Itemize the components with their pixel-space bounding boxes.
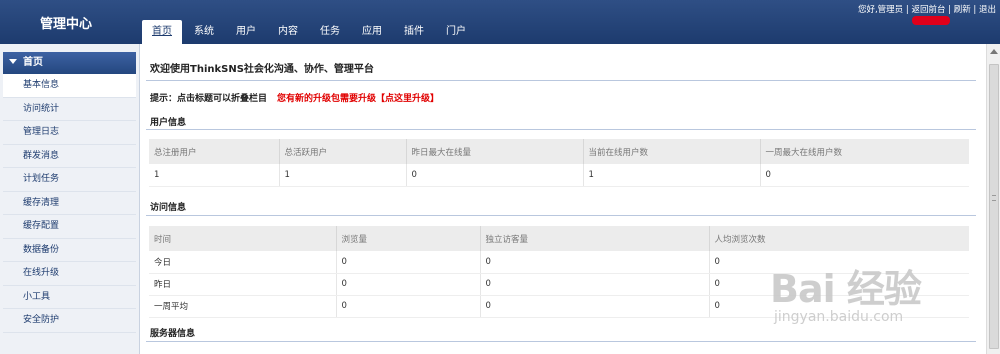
table-row: 1 1 0 1 0 [149, 164, 969, 187]
nav-system[interactable]: 系统 [184, 20, 224, 44]
column-header: 一周最大在线用户数 [760, 139, 969, 164]
table-cell: 1 [149, 164, 280, 187]
column-header: 当前在线用户数 [583, 139, 761, 164]
nav-portal[interactable]: 门户 [436, 20, 476, 44]
nav-users[interactable]: 用户 [226, 20, 266, 44]
column-header: 独立访客量 [480, 226, 710, 251]
watermark-logo: Bai 经验 [770, 267, 922, 311]
scroll-up-arrow-icon[interactable] [990, 49, 998, 54]
column-header: 昨日最大在线量 [406, 139, 584, 164]
watermark-url: jingyan.baidu.com [774, 309, 904, 325]
sidebar: 首页 基本信息 访问统计 管理日志 群发消息 计划任务 缓存清理 缓存配置 数据… [0, 44, 140, 354]
column-header: 浏览量 [336, 226, 481, 251]
top-header: 管理中心 首页 系统 用户 内容 任务 应用 插件 门户 您好,管理员 | 返回… [0, 0, 1000, 44]
table-cell: 1 [279, 164, 407, 187]
user-info-table: 总注册用户 总活跃用户 昨日最大在线量 当前在线用户数 一周最大在线用户数 1 … [149, 139, 969, 187]
redaction-mark [912, 16, 950, 25]
table-header-row: 总注册用户 总活跃用户 昨日最大在线量 当前在线用户数 一周最大在线用户数 [149, 139, 969, 164]
table-cell: 1 [583, 164, 761, 187]
column-header: 总活跃用户 [279, 139, 407, 164]
table-cell: 0 [480, 251, 710, 274]
nav-home[interactable]: 首页 [142, 20, 182, 44]
sidebar-item-cache-config[interactable]: 缓存配置 [3, 215, 136, 239]
sidebar-item-online-upgrade[interactable]: 在线升级 [3, 262, 136, 286]
nav-plugins[interactable]: 插件 [394, 20, 434, 44]
sidebar-heading[interactable]: 首页 [3, 52, 136, 74]
table-cell: 0 [336, 273, 481, 296]
table-cell: 昨日 [149, 273, 337, 296]
table-cell: 0 [760, 164, 969, 187]
sidebar-item-security[interactable]: 安全防护 [3, 309, 136, 333]
table-cell: 一周平均 [149, 295, 337, 318]
nav-content[interactable]: 内容 [268, 20, 308, 44]
divider [146, 80, 976, 81]
sidebar-item-visit-stats[interactable]: 访问统计 [3, 98, 136, 121]
sidebar-item-mass-message[interactable]: 群发消息 [3, 145, 136, 168]
vertical-scrollbar[interactable] [986, 44, 1000, 354]
main-nav: 首页 系统 用户 内容 任务 应用 插件 门户 [142, 20, 478, 44]
table-cell: 0 [336, 295, 481, 318]
grip-icon [992, 195, 996, 201]
divider [146, 129, 976, 130]
brand-title: 管理中心 [40, 17, 93, 32]
nav-tasks[interactable]: 任务 [310, 20, 350, 44]
section-title-visit-info[interactable]: 访问信息 [150, 200, 186, 213]
sidebar-item-basic-info[interactable]: 基本信息 [3, 74, 136, 98]
divider [146, 215, 976, 216]
table-cell: 0 [480, 295, 710, 318]
section-title-server-info[interactable]: 服务器信息 [150, 326, 195, 339]
tip-line: 提示：点击标题可以折叠栏目 您有新的升级包需要升级【点这里升级】 [150, 91, 439, 104]
column-header: 总注册用户 [149, 139, 280, 164]
tip-label: 提示：点击标题可以折叠栏目 [150, 94, 268, 104]
section-title-user-info[interactable]: 用户信息 [150, 115, 186, 128]
sidebar-item-scheduled-tasks[interactable]: 计划任务 [3, 168, 136, 192]
divider [146, 341, 976, 342]
scroll-thumb[interactable] [989, 64, 999, 349]
table-header-row: 时间 浏览量 独立访客量 人均浏览次数 [149, 226, 969, 251]
sidebar-item-tools[interactable]: 小工具 [3, 286, 136, 309]
page-title: 欢迎使用ThinkSNS社会化沟通、协作、管理平台 [150, 64, 374, 75]
sidebar-item-cache-clear[interactable]: 缓存清理 [3, 192, 136, 215]
column-header: 时间 [149, 226, 337, 251]
table-cell: 0 [336, 251, 481, 274]
table-cell: 0 [480, 273, 710, 296]
upgrade-link[interactable]: 您有新的升级包需要升级【点这里升级】 [277, 94, 439, 104]
table-cell: 0 [406, 164, 584, 187]
sidebar-item-data-backup[interactable]: 数据备份 [3, 239, 136, 262]
user-links[interactable]: 您好,管理员 | 返回前台 | 刷新 | 退出 [858, 3, 996, 15]
table-cell: 今日 [149, 251, 337, 274]
sidebar-item-admin-log[interactable]: 管理日志 [3, 121, 136, 145]
column-header: 人均浏览次数 [709, 226, 969, 251]
nav-apps[interactable]: 应用 [352, 20, 392, 44]
baidu-watermark: Bai 经验 jingyan.baidu.com [770, 258, 922, 325]
caret-down-icon [9, 59, 17, 64]
